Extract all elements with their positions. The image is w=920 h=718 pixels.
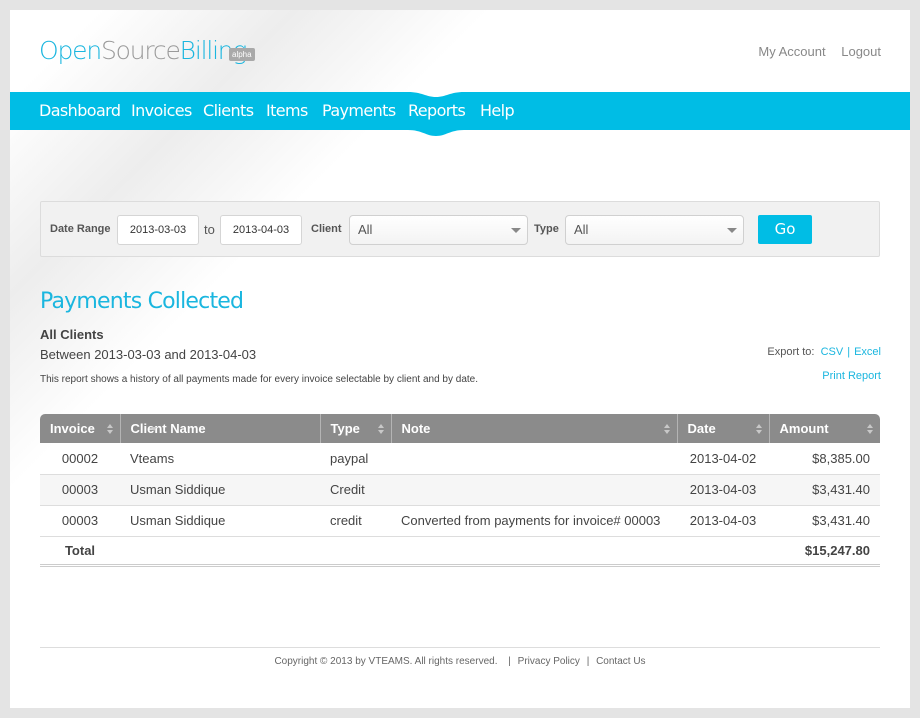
cell-date: 2013-04-02	[677, 443, 769, 475]
report-period: Between 2013-03-03 and 2013-04-03	[40, 347, 257, 362]
sort-icon	[755, 424, 763, 434]
footer-separator: |	[508, 656, 511, 667]
filter-bar: Date Range 2013-03-03 to 2013-04-03 Clie…	[40, 201, 880, 257]
export-separator: |	[847, 346, 851, 358]
chevron-down-icon	[511, 228, 521, 233]
export-label: Export to:	[767, 346, 815, 358]
print-report-link[interactable]: Print Report	[822, 370, 881, 382]
cell-note	[391, 443, 677, 475]
account-links: My Account Logout	[746, 44, 881, 59]
nav-help[interactable]: Help	[480, 101, 515, 120]
logo-part-open: Open	[39, 36, 102, 65]
cell-type: Credit	[320, 474, 391, 506]
table-row: 00003 Usman Siddique credit Converted fr…	[40, 505, 880, 537]
cell-client: Usman Siddique	[120, 474, 320, 506]
my-account-link[interactable]: My Account	[758, 44, 825, 59]
privacy-policy-link[interactable]: Privacy Policy	[518, 656, 580, 667]
contact-us-link[interactable]: Contact Us	[596, 656, 645, 667]
type-label: Type	[534, 223, 559, 235]
export-csv-link[interactable]: CSV	[821, 346, 844, 358]
client-select[interactable]: All	[349, 215, 528, 245]
export-links: Export to: CSV | Excel	[767, 346, 881, 358]
nav-clients[interactable]: Clients	[203, 101, 254, 120]
cell-note: Converted from payments for invoice# 000…	[391, 505, 677, 537]
active-nav-notch-top	[408, 92, 464, 97]
total-row: Total $15,247.80	[40, 536, 880, 567]
cell-type: credit	[320, 505, 391, 537]
column-header-amount[interactable]: Amount	[768, 414, 880, 443]
nav-items[interactable]: Items	[266, 101, 308, 120]
copyright-text: Copyright © 2013 by VTEAMS. All rights r…	[274, 656, 498, 667]
nav-reports[interactable]: Reports	[408, 101, 466, 120]
sort-icon	[106, 424, 114, 434]
date-to-input[interactable]: 2013-04-03	[220, 215, 302, 245]
cell-invoice: 00003	[40, 505, 120, 537]
cell-amount: $3,431.40	[769, 474, 880, 506]
table-row: 00003 Usman Siddique Credit 2013-04-03 $…	[40, 474, 880, 506]
sort-icon	[377, 424, 385, 434]
go-button[interactable]: Go	[758, 215, 812, 244]
cell-invoice: 00002	[40, 443, 120, 475]
column-header-type[interactable]: Type	[319, 414, 391, 443]
column-header-invoice[interactable]: Invoice	[40, 414, 120, 443]
column-header-note[interactable]: Note	[390, 414, 677, 443]
sort-icon	[867, 424, 874, 434]
cell-amount: $3,431.40	[769, 505, 880, 537]
cell-invoice: 00003	[40, 474, 120, 506]
date-range-label: Date Range	[50, 223, 111, 235]
page-title: Payments Collected	[40, 289, 244, 314]
logo[interactable]: OpenSourceBilling	[39, 36, 247, 65]
chevron-down-icon	[727, 228, 737, 233]
report-description: This report shows a history of all payme…	[40, 374, 478, 385]
sort-icon	[663, 424, 671, 434]
header: OpenSourceBilling alpha My Account Logou…	[10, 10, 910, 92]
export-excel-link[interactable]: Excel	[854, 346, 881, 358]
payments-table: Invoice Client Name Type Note Date Amoun…	[40, 414, 880, 567]
footer-divider	[40, 647, 880, 648]
column-header-client-name[interactable]: Client Name	[119, 414, 320, 443]
cell-amount: $8,385.00	[769, 443, 880, 475]
nav-dashboard[interactable]: Dashboard	[39, 101, 121, 120]
total-amount: $15,247.80	[769, 536, 880, 567]
footer: Copyright © 2013 by VTEAMS. All rights r…	[10, 656, 910, 667]
main-nav: Dashboard Invoices Clients Items Payment…	[10, 92, 910, 130]
logo-part-source: Source	[100, 36, 181, 65]
client-label: Client	[311, 223, 342, 235]
cell-note	[391, 474, 677, 506]
footer-separator: |	[586, 656, 590, 667]
page: OpenSourceBilling alpha My Account Logou…	[10, 10, 910, 708]
client-select-value: All	[358, 222, 373, 237]
table-row: 00002 Vteams paypal 2013-04-02 $8,385.00	[40, 443, 880, 475]
cell-client: Vteams	[120, 443, 320, 475]
date-from-input[interactable]: 2013-03-03	[117, 215, 199, 245]
total-label: Total	[40, 536, 120, 567]
table-header-row: Invoice Client Name Type Note Date Amoun…	[40, 414, 880, 443]
nav-invoices[interactable]: Invoices	[131, 101, 192, 120]
type-select[interactable]: All	[565, 215, 744, 245]
cell-date: 2013-04-03	[677, 474, 769, 506]
sort-desc-icon	[150, 424, 158, 434]
to-label: to	[204, 222, 215, 237]
nav-payments[interactable]: Payments	[322, 101, 396, 120]
cell-client: Usman Siddique	[120, 505, 320, 537]
client-scope: All Clients	[40, 327, 104, 342]
column-header-date[interactable]: Date	[676, 414, 769, 443]
alpha-badge: alpha	[229, 48, 255, 61]
cell-date: 2013-04-03	[677, 505, 769, 537]
type-select-value: All	[574, 222, 589, 237]
logout-link[interactable]: Logout	[841, 44, 881, 59]
cell-type: paypal	[320, 443, 391, 475]
active-nav-notch-bottom	[408, 130, 464, 136]
